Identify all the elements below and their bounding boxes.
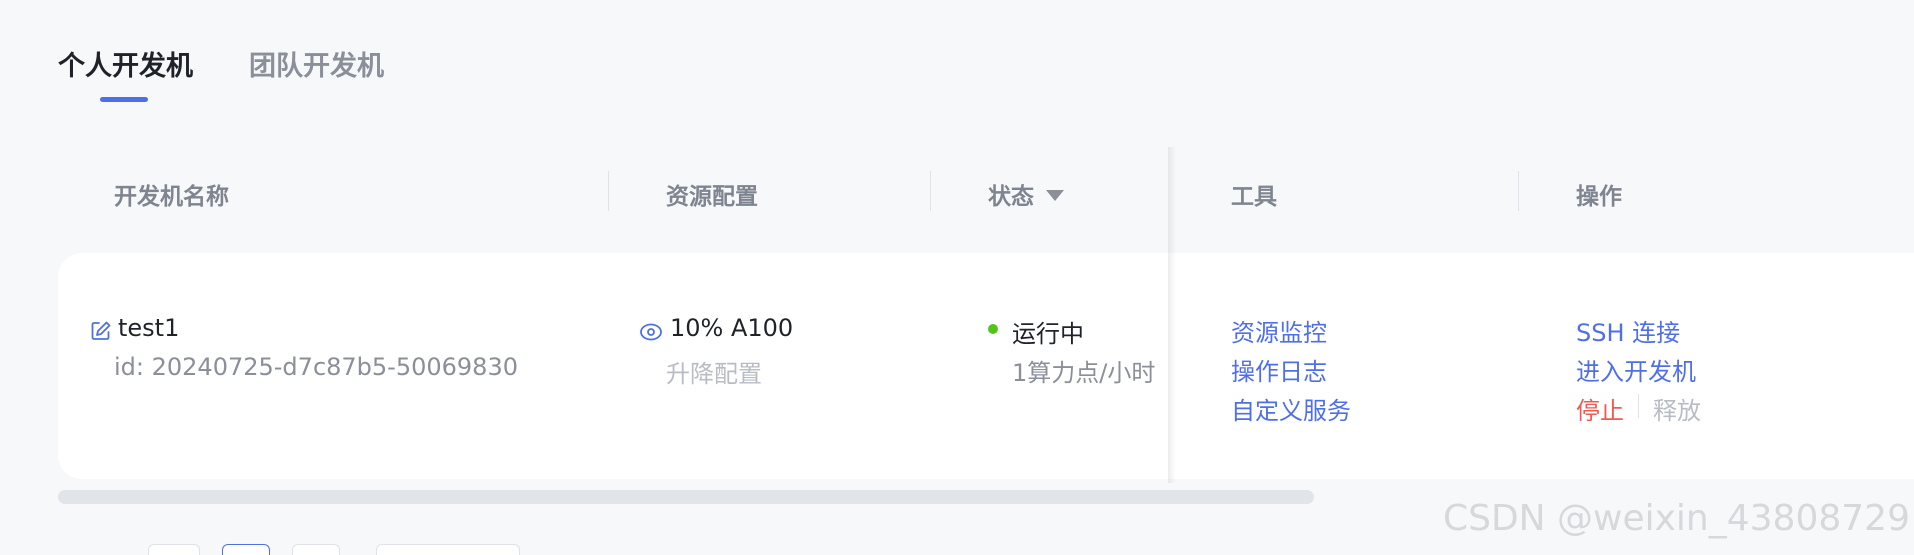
column-header-status: 状态 (988, 177, 1064, 211)
fixed-columns-header-bg (1174, 147, 1914, 241)
column-resize-handle[interactable] (930, 171, 931, 211)
tab-team-devbox[interactable]: 团队开发机 (249, 44, 384, 83)
fixed-column-shadow (1168, 147, 1176, 483)
horizontal-scrollbar[interactable] (58, 490, 1314, 504)
resize-config-link[interactable]: 升降配置 (666, 354, 762, 389)
tab-bar: 个人开发机 团队开发机 (58, 44, 384, 83)
action-divider (1638, 394, 1639, 418)
column-header-status-label: 状态 (988, 184, 1034, 210)
pagination-page-button[interactable] (222, 544, 270, 555)
pagination-next-button[interactable] (292, 544, 340, 555)
billing-rate: 1算力点/小时 (1012, 359, 1156, 387)
stop-button[interactable]: 停止 (1576, 391, 1624, 426)
devbox-id: id: 20240725-d7c87b5-50069830 (114, 353, 518, 381)
pagination-prev-button[interactable] (148, 544, 200, 555)
active-tab-indicator (100, 97, 148, 102)
edit-icon[interactable] (90, 320, 112, 342)
custom-service-link[interactable]: 自定义服务 (1231, 391, 1351, 426)
status-text: 运行中 (1012, 320, 1084, 348)
column-resize-handle[interactable] (1518, 171, 1519, 211)
status-dot-icon (988, 324, 998, 334)
watermark: CSDN @weixin_43808729 (1442, 498, 1910, 539)
column-header-name: 开发机名称 (114, 184, 229, 210)
view-icon[interactable] (639, 320, 663, 344)
column-resize-handle[interactable] (608, 171, 609, 211)
operation-log-link[interactable]: 操作日志 (1231, 352, 1327, 387)
enter-devbox-link[interactable]: 进入开发机 (1576, 352, 1696, 387)
column-header-tools: 工具 (1231, 184, 1277, 210)
resource-monitor-link[interactable]: 资源监控 (1231, 313, 1327, 348)
release-button[interactable]: 释放 (1653, 391, 1701, 426)
column-header-actions: 操作 (1576, 184, 1622, 210)
devbox-name: test1 (118, 314, 180, 342)
pagination-size-select[interactable] (376, 544, 520, 555)
column-header-resource: 资源配置 (666, 184, 758, 210)
ssh-connect-link[interactable]: SSH 连接 (1576, 313, 1680, 348)
resource-spec: 10% A100 (670, 314, 794, 342)
tab-personal-devbox[interactable]: 个人开发机 (58, 44, 193, 83)
filter-icon[interactable] (1046, 190, 1064, 201)
